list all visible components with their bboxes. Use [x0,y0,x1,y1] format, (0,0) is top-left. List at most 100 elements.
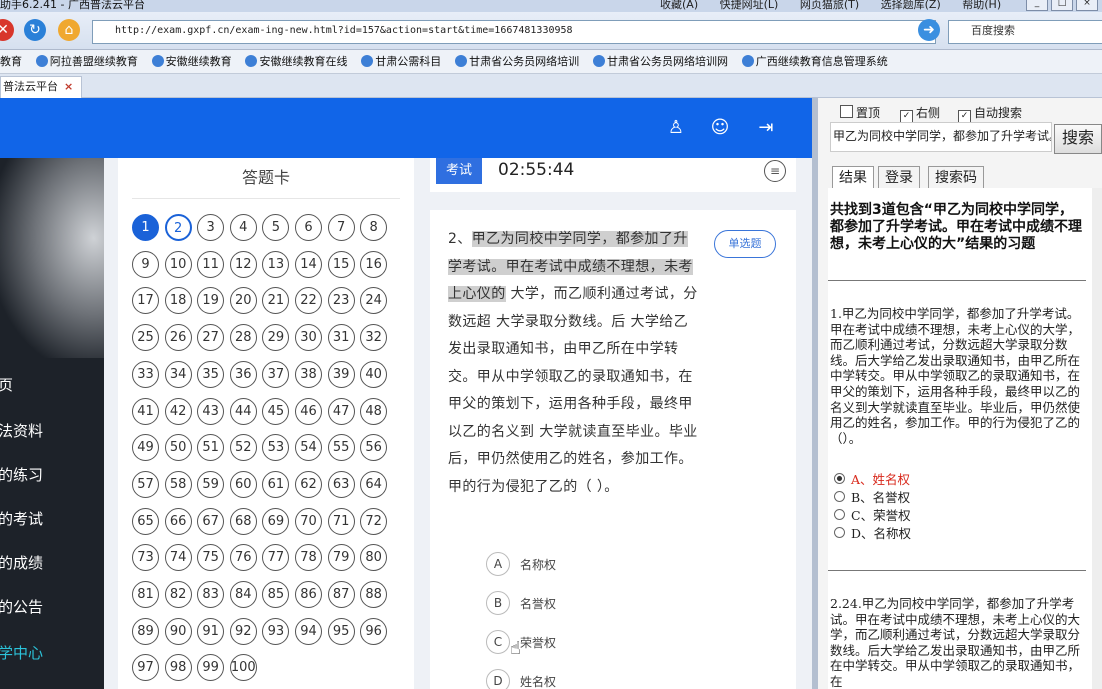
question-number-button[interactable]: 9 [132,250,159,278]
question-number-button[interactable]: 6 [295,214,322,241]
address-bar[interactable]: http://exam.gxpf.cn/exam-ing-new.html?id… [92,20,936,44]
question-number-button[interactable]: 90 [164,617,192,645]
question-number-button[interactable]: 31 [327,324,355,352]
menu-help[interactable]: 帮助(H) [962,0,1001,11]
question-number-button[interactable]: 10 [164,250,192,278]
question-number-button[interactable]: 49 [132,434,159,462]
question-number-button[interactable]: 21 [262,287,290,315]
question-number-button[interactable]: 46 [295,397,322,425]
question-number-button[interactable]: 79 [327,544,355,572]
sidebar-item-notices[interactable]: 的公告 [0,596,102,617]
question-number-button[interactable]: 4 [229,214,257,241]
home-icon[interactable]: ⌂ [58,19,80,41]
question-number-button[interactable]: 68 [229,507,257,535]
favorite-link[interactable]: 广西继续教育信息管理系统 [741,50,888,73]
question-number-button[interactable]: 81 [132,581,159,608]
refresh-icon[interactable]: ↻ [24,19,46,41]
question-number-button[interactable]: 20 [229,287,257,315]
question-number-button[interactable]: 33 [132,360,159,388]
question-number-button[interactable]: 54 [295,434,322,462]
question-number-button[interactable]: 2 [164,214,192,241]
logout-icon[interactable]: ⇥ [754,116,778,140]
question-number-button[interactable]: 45 [262,397,290,425]
question-number-button[interactable]: 44 [229,397,257,425]
stop-icon[interactable]: ✕ [0,19,14,41]
question-number-button[interactable]: 25 [132,324,159,352]
question-number-button[interactable]: 77 [262,544,290,572]
question-number-button[interactable]: 43 [197,397,225,425]
question-number-button[interactable]: 42 [164,397,192,425]
question-number-button[interactable]: 82 [164,581,192,608]
favorite-link[interactable]: 安徽继续教育 [151,50,232,73]
question-number-button[interactable]: 94 [295,617,322,645]
favorite-link[interactable]: 甘肃公需科目 [361,50,441,73]
question-number-button[interactable]: 93 [262,617,290,645]
question-number-button[interactable]: 47 [327,397,355,425]
question-number-button[interactable]: 15 [327,250,355,278]
favorite-link[interactable]: 安徽继续教育在线 [245,50,347,73]
go-icon[interactable]: ➜ [918,19,940,41]
question-number-button[interactable]: 64 [360,470,388,498]
question-number-button[interactable]: 92 [229,617,257,645]
question-number-button[interactable]: 40 [360,360,388,388]
sidebar-item-scores[interactable]: 的成绩 [0,552,102,573]
question-number-button[interactable]: 97 [132,654,159,682]
question-number-button[interactable]: 71 [327,507,355,535]
question-number-button[interactable]: 11 [197,250,225,278]
menu-question-bank[interactable]: 选择题库(Z) [881,0,941,11]
sidebar-item-practice[interactable]: 的练习 [0,464,102,485]
question-number-button[interactable]: 60 [229,470,257,498]
question-number-button[interactable]: 29 [262,324,290,352]
tab-active[interactable]: 普法云平台 × [0,76,82,99]
question-number-button[interactable]: 99 [197,654,225,682]
question-number-button[interactable]: 88 [360,581,388,608]
favorite-link[interactable]: 阿拉善盟继续教育 [35,50,138,73]
question-number-button[interactable]: 14 [295,250,322,278]
question-number-button[interactable]: 30 [295,324,322,352]
question-number-button[interactable]: 13 [262,250,290,278]
question-number-button[interactable]: 32 [360,324,388,352]
minimize-icon[interactable]: _ [1026,0,1048,11]
question-number-button[interactable]: 67 [197,507,225,535]
question-number-button[interactable]: 24 [360,287,388,315]
favorite-link[interactable]: 甘肃省公务员网络培训网 [592,50,728,73]
tab-login[interactable]: 登录 [878,166,920,189]
keyword-input[interactable]: 甲乙为同校中学同学，都参加了升学考试。 [830,122,1052,152]
question-number-button[interactable]: 36 [229,360,257,388]
pin-top-checkbox[interactable]: 置顶 [840,104,880,121]
question-number-button[interactable]: 57 [132,470,159,498]
menu-icon[interactable]: ≡ [764,160,786,182]
question-number-button[interactable]: 100 [229,654,257,682]
question-number-button[interactable]: 85 [262,581,290,608]
question-number-button[interactable]: 52 [229,434,257,462]
question-number-button[interactable]: 70 [295,507,322,535]
question-number-button[interactable]: 83 [197,581,225,608]
question-number-button[interactable]: 8 [360,214,388,241]
sidebar-item-materials[interactable]: 法资料 [0,420,102,441]
question-number-button[interactable]: 59 [197,470,225,498]
question-number-button[interactable]: 5 [262,214,290,241]
question-number-button[interactable]: 72 [360,507,388,535]
bell-icon[interactable]: ♙ [664,116,688,140]
question-number-button[interactable]: 78 [295,544,322,572]
maximize-icon[interactable]: □ [1051,0,1073,11]
question-number-button[interactable]: 89 [132,617,159,645]
question-number-button[interactable]: 17 [132,287,159,315]
question-number-button[interactable]: 58 [164,470,192,498]
question-number-button[interactable]: 87 [327,581,355,608]
question-number-button[interactable]: 56 [360,434,388,462]
question-number-button[interactable]: 91 [197,617,225,645]
question-number-button[interactable]: 23 [327,287,355,315]
browser-search-input[interactable]: 百度搜索 [948,20,1102,44]
sidebar-item-study-center[interactable]: 学中心 [0,642,102,663]
question-number-button[interactable]: 51 [197,434,225,462]
question-number-button[interactable]: 26 [164,324,192,352]
question-number-button[interactable]: 69 [262,507,290,535]
question-number-button[interactable]: 75 [197,544,225,572]
favorite-link[interactable]: 教育 [0,50,22,73]
menu-web-tools[interactable]: 网页猫旅(T) [800,0,859,11]
question-number-button[interactable]: 50 [164,434,192,462]
search-button[interactable]: 搜索 [1054,124,1102,154]
question-number-button[interactable]: 28 [229,324,257,352]
question-number-button[interactable]: 74 [164,544,192,572]
